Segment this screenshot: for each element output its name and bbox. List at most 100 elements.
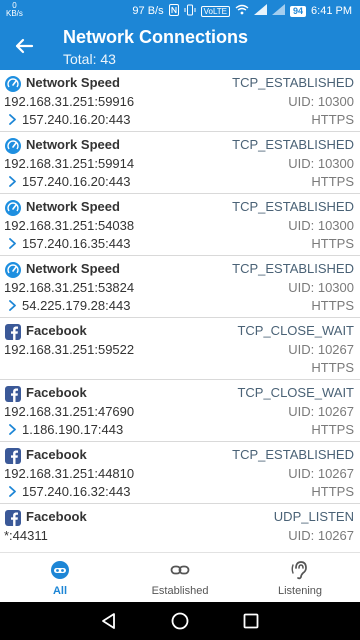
app-name: Facebook — [26, 385, 87, 400]
local-address: *:44311 — [4, 528, 48, 543]
remote-address-line: 157.240.16.32:443 — [8, 484, 130, 499]
tab-listening-label: Listening — [277, 585, 323, 597]
status-time: 6:41 PM — [311, 5, 352, 17]
status-bar: 0 KB/s 97 B/s VoLTE 94 6:41 PM — [0, 0, 360, 22]
app-name: Network Speed — [26, 199, 120, 214]
remote-address: 1.186.190.17:443 — [22, 422, 124, 437]
battery-icon: 94 — [290, 5, 307, 17]
connection-row[interactable]: Network Speed 192.168.31.251:59914 TCP_EST… — [0, 132, 360, 194]
local-address: 192.168.31.251:59914 — [4, 156, 135, 171]
app-name: Network Speed — [26, 261, 120, 276]
speedometer-icon — [5, 138, 21, 154]
app-bar: Network Connections Total: 43 — [0, 22, 360, 70]
page-title: Network Connections — [63, 27, 249, 47]
chevron-right-icon — [9, 238, 16, 249]
protocol-label: HTTPS — [311, 298, 354, 313]
chevron-right-icon — [9, 176, 16, 187]
speedometer-icon — [5, 262, 21, 278]
status-speed-unit: KB/s — [6, 9, 23, 18]
app-uid: UID: 10300 — [288, 156, 354, 171]
remote-address: 157.240.16.20:443 — [22, 174, 131, 189]
connection-row[interactable]: Network Speed 192.168.31.251:59916 TCP_EST… — [0, 70, 360, 132]
tab-established-label: Established — [151, 585, 209, 597]
app-uid: UID: 10300 — [288, 218, 354, 233]
speedometer-icon — [5, 76, 21, 92]
protocol-label: HTTPS — [311, 236, 354, 251]
remote-address-line: 157.240.16.20:443 — [8, 174, 130, 189]
network-speed-indicator: 0 KB/s — [6, 2, 23, 18]
protocol-label: HTTPS — [311, 422, 354, 437]
protocol-label: HTTPS — [311, 174, 354, 189]
link-icon — [170, 565, 190, 575]
all-icon — [51, 561, 69, 579]
local-address: 192.168.31.251:59522 — [4, 342, 135, 357]
app-name: Network Speed — [26, 137, 120, 152]
tab-all[interactable]: All — [0, 553, 120, 602]
chevron-right-icon — [9, 486, 16, 497]
system-home-icon[interactable] — [170, 611, 190, 631]
connection-state: TCP_CLOSE_WAIT — [237, 323, 354, 338]
app-uid: UID: 10300 — [288, 280, 354, 295]
facebook-icon — [5, 324, 21, 340]
app-uid: UID: 10267 — [288, 404, 354, 419]
app-uid: UID: 10267 — [288, 466, 354, 481]
tab-established[interactable]: Established — [120, 553, 240, 602]
connection-row[interactable]: Facebook *:44311 UDP_LISTEN UID: 10267 — [0, 504, 360, 552]
chevron-right-icon — [9, 114, 16, 125]
local-address: 192.168.31.251:53824 — [4, 280, 135, 295]
app-uid: UID: 10300 — [288, 94, 354, 109]
facebook-icon — [5, 510, 21, 526]
remote-address: 157.240.16.35:443 — [22, 236, 131, 251]
bottom-nav: All Established Listening — [0, 552, 360, 602]
local-address: 192.168.31.251:54038 — [4, 218, 135, 233]
tab-listening[interactable]: Listening — [240, 553, 360, 602]
app-name: Facebook — [26, 509, 87, 524]
chevron-right-icon — [9, 424, 16, 435]
speedometer-icon — [5, 200, 21, 216]
connection-state: TCP_CLOSE_WAIT — [237, 385, 354, 400]
connection-count: Total: 43 — [63, 51, 116, 67]
tab-all-label: All — [52, 585, 68, 597]
connection-row[interactable]: Network Speed 192.168.31.251:54038 TCP_EST… — [0, 194, 360, 256]
app-uid: UID: 10267 — [288, 528, 354, 543]
system-nav-bar — [0, 602, 360, 640]
connection-state: UDP_LISTEN — [273, 509, 354, 524]
status-icons: 97 B/s VoLTE 94 6:41 PM — [132, 0, 352, 22]
remote-address: 157.240.16.20:443 — [22, 112, 131, 127]
back-button[interactable] — [10, 32, 38, 60]
connection-row[interactable]: Facebook 192.168.31.251:44810 TCP_ESTABLIS… — [0, 442, 360, 504]
remote-address-line: 157.240.16.20:443 — [8, 112, 130, 127]
system-recents-icon[interactable] — [241, 611, 261, 631]
status-net-speed: 97 B/s — [132, 5, 164, 17]
wifi-icon — [235, 4, 249, 18]
app-name: Facebook — [26, 447, 87, 462]
connection-state: TCP_ESTABLISHED — [232, 75, 354, 90]
connection-row[interactable]: Facebook 192.168.31.251:47690 TCP_CLOSE_WA… — [0, 380, 360, 442]
remote-address-line: 1.186.190.17:443 — [8, 422, 123, 437]
signal-icon-2 — [272, 4, 286, 18]
local-address: 192.168.31.251:47690 — [4, 404, 135, 419]
protocol-label: HTTPS — [311, 484, 354, 499]
connection-row[interactable]: Facebook 192.168.31.251:59522 TCP_CLOSE_WA… — [0, 318, 360, 380]
local-address: 192.168.31.251:44810 — [4, 466, 135, 481]
app-name: Network Speed — [26, 75, 120, 90]
connection-list[interactable]: Network Speed 192.168.31.251:59916 TCP_EST… — [0, 70, 360, 552]
local-address: 192.168.31.251:59916 — [4, 94, 135, 109]
system-back-icon[interactable] — [99, 611, 119, 631]
ear-icon — [291, 561, 307, 580]
connection-row[interactable]: Network Speed 192.168.31.251:53824 TCP_EST… — [0, 256, 360, 318]
remote-address-line: 54.225.179.28:443 — [8, 298, 130, 313]
nfc-icon — [168, 3, 179, 19]
chevron-right-icon — [9, 300, 16, 311]
protocol-label: HTTPS — [311, 360, 354, 375]
remote-address: 157.240.16.32:443 — [22, 484, 131, 499]
connection-state: TCP_ESTABLISHED — [232, 199, 354, 214]
protocol-label: HTTPS — [311, 112, 354, 127]
facebook-icon — [5, 448, 21, 464]
connection-state: TCP_ESTABLISHED — [232, 261, 354, 276]
signal-icon — [254, 4, 268, 18]
back-arrow-icon — [15, 38, 34, 54]
vibrate-icon — [184, 4, 196, 19]
facebook-icon — [5, 386, 21, 402]
app-name: Facebook — [26, 323, 87, 338]
